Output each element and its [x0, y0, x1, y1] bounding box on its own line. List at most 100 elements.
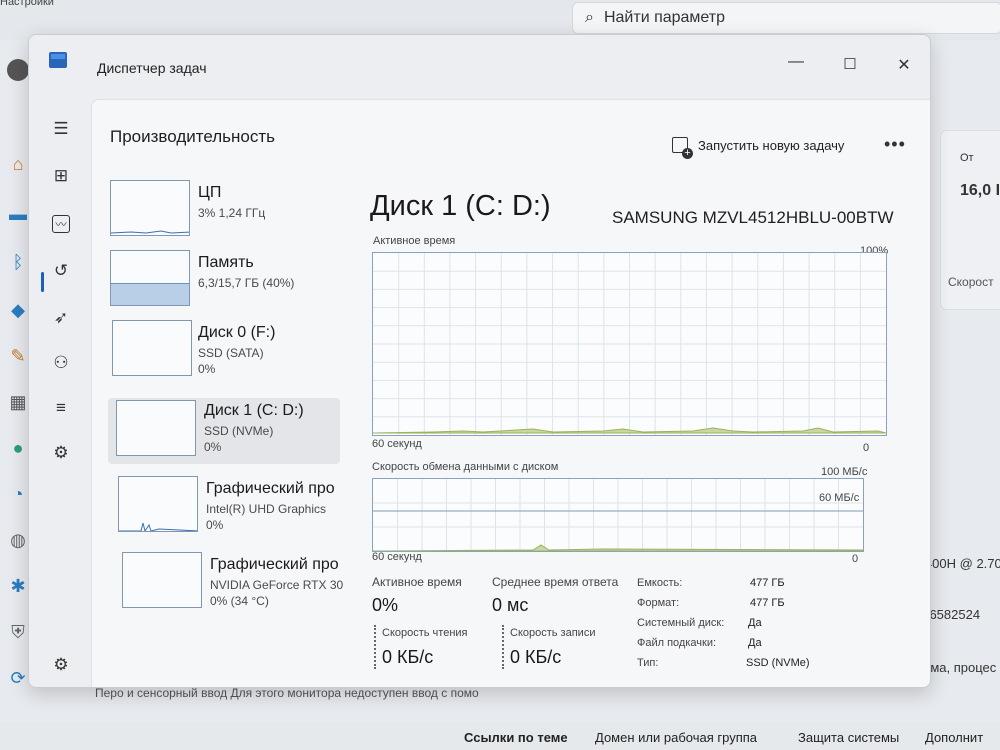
update-icon[interactable]: ⟳ — [6, 666, 30, 690]
accessibility-icon[interactable]: ✱ — [6, 574, 30, 598]
graph1-time-label: 60 секунд — [372, 438, 422, 450]
privacy-icon[interactable]: ⛨ — [6, 620, 30, 644]
write-speed-value: 0 КБ/с — [510, 647, 562, 667]
system-icon[interactable]: ▬ — [6, 202, 30, 226]
page-file-label: Файл подкачки: — [637, 637, 717, 649]
window-title: Диспетчер задач — [97, 60, 207, 76]
startup-apps-icon[interactable]: ➶ — [49, 306, 73, 330]
resource-sub: SSD (SATA) — [198, 346, 264, 360]
active-nav-indicator — [41, 272, 44, 292]
type-label: Тип: — [637, 657, 659, 669]
avg-response-value: 0 мс — [492, 595, 529, 615]
search-icon: ⌕ — [585, 9, 594, 26]
resource-name: Диск 0 (F:) — [198, 324, 276, 341]
title-bar[interactable]: Диспетчер задач — ☐ ✕ — [29, 35, 930, 81]
related-links-bar: Ссылки по теме Домен или рабочая группа … — [0, 722, 1000, 750]
gpu0-thumbnail — [118, 476, 198, 532]
formatted-label: Формат: — [637, 597, 680, 609]
search-input[interactable]: Найти параметр — [604, 9, 725, 27]
write-speed-label: Скорость записи — [510, 627, 596, 639]
resource-item-disk1[interactable]: Диск 1 (C: D:) SSD (NVMe) 0% — [108, 398, 340, 464]
ram-value: 16,0 I — [960, 182, 1000, 199]
system-disk-label: Системный диск: — [637, 617, 725, 629]
active-time-graph — [372, 252, 887, 436]
transfer-rate-mid-label: 60 МБ/с — [819, 492, 860, 504]
resource-item-gpu0[interactable]: Графический про Intel(R) UHD Graphics 0% — [108, 476, 340, 542]
resource-sub: 3% 1,24 ГГц — [198, 206, 266, 220]
home-icon[interactable]: ⌂ — [6, 152, 30, 176]
active-time-stat-label: Активное время — [372, 575, 462, 589]
system-protection-link[interactable]: Защита системы — [798, 730, 899, 745]
active-time-stat-value: 0% — [372, 595, 399, 615]
resource-name: Диск 1 (C: D:) — [204, 402, 304, 419]
nav-sidebar: ☰ ⊞ 〰 ↺ ➶ ⚇ ≡ ⚙ ⚙ — [29, 95, 91, 687]
run-new-task-label: Запустить новую задачу — [698, 137, 845, 153]
accounts-icon[interactable]: ● — [6, 436, 30, 460]
resource-sub: Intel(R) UHD Graphics — [206, 502, 327, 516]
apps-icon[interactable]: ▦ — [6, 390, 30, 414]
transfer-rate-max-label: 100 МБ/с — [821, 466, 868, 478]
resource-sub: NVIDIA GeForce RTX 30 — [210, 578, 344, 592]
transfer-rate-graph-svg — [373, 479, 863, 551]
resource-value: 0% — [198, 362, 216, 376]
resource-sub: SSD (NVMe) — [204, 424, 274, 438]
run-new-task-button[interactable]: Запустить новую задачу — [672, 137, 845, 159]
cpu-thumbnail — [110, 180, 190, 236]
read-speed-label: Скорость чтения — [382, 627, 468, 639]
page-title: Производительность — [110, 127, 276, 146]
disk-model: SAMSUNG MZVL4512HBLU-00BTW — [612, 208, 894, 227]
performance-icon[interactable]: 〰 — [52, 215, 70, 233]
write-speed-divider — [502, 625, 504, 669]
task-manager-window: Диспетчер задач — ☐ ✕ ☰ ⊞ 〰 ↺ ➶ ⚇ ≡ ⚙ ⚙ … — [28, 34, 931, 688]
task-manager-icon — [49, 52, 67, 68]
type-value: SSD (NVMe) — [746, 657, 810, 669]
close-button[interactable]: ✕ — [889, 55, 919, 75]
specs-label: От — [960, 152, 974, 164]
resource-item-disk0[interactable]: Диск 0 (F:) SSD (SATA) 0% — [108, 320, 340, 386]
network-icon[interactable]: ◆ — [6, 298, 30, 322]
resource-value: 0% (34 °C) — [210, 594, 269, 608]
gpu1-thumbnail — [122, 552, 202, 608]
resource-item-cpu[interactable]: ЦП 3% 1,24 ГГц — [108, 180, 340, 246]
minimize-button[interactable]: — — [781, 53, 811, 71]
settings-search-box[interactable]: ⌕ Найти параметр — [572, 2, 1000, 34]
memory-usage-fill — [111, 283, 189, 305]
settings-icon[interactable]: ⚙ — [49, 653, 73, 677]
resource-name: Графический про — [210, 556, 339, 573]
processes-icon[interactable]: ⊞ — [49, 164, 73, 188]
services-icon[interactable]: ⚙ — [49, 441, 73, 465]
menu-icon[interactable]: ☰ — [49, 117, 73, 141]
system-disk-value: Да — [748, 617, 762, 629]
bluetooth-icon[interactable]: ᛒ — [6, 250, 30, 274]
advanced-settings-link[interactable]: Дополнит — [925, 730, 983, 745]
disk1-thumbnail — [116, 400, 196, 456]
disk0-thumbnail — [112, 320, 192, 376]
capacity-label: Емкость: — [637, 577, 683, 589]
graph1-min-label: 0 — [863, 442, 870, 454]
resource-item-gpu1[interactable]: Графический про NVIDIA GeForce RTX 30 0%… — [108, 552, 343, 618]
avg-response-label: Среднее время ответа — [492, 575, 619, 589]
gaming-icon[interactable]: ◍ — [6, 528, 30, 552]
capacity-value: 477 ГБ — [750, 577, 785, 589]
graph-grid — [373, 253, 886, 435]
settings-app-title: Настройки — [0, 0, 54, 8]
avatar[interactable] — [6, 58, 30, 82]
active-time-graph-label: Активное время — [373, 235, 456, 247]
page-file-value: Да — [748, 637, 762, 649]
read-speed-value: 0 КБ/с — [382, 647, 434, 667]
time-language-icon[interactable]: ◔ — [6, 482, 30, 506]
resource-sub: 6,3/15,7 ГБ (40%) — [198, 276, 295, 290]
resource-name: Память — [198, 254, 254, 271]
more-options-button[interactable]: ••• — [884, 134, 906, 155]
graph-grid — [373, 479, 863, 551]
users-icon[interactable]: ⚇ — [49, 351, 73, 375]
details-icon[interactable]: ≡ — [49, 396, 73, 420]
domain-link[interactable]: Домен или рабочая группа — [595, 730, 757, 745]
graph2-time-label: 60 секунд — [372, 551, 422, 563]
pen-touch-row: Перо и сенсорный ввод Для этого монитора… — [95, 686, 479, 700]
app-history-icon[interactable]: ↺ — [49, 259, 73, 283]
formatted-value: 477 ГБ — [750, 597, 785, 609]
resource-item-memory[interactable]: Память 6,3/15,7 ГБ (40%) — [108, 250, 340, 316]
maximize-button[interactable]: ☐ — [835, 55, 865, 73]
personalization-icon[interactable]: ✎ — [6, 344, 30, 368]
